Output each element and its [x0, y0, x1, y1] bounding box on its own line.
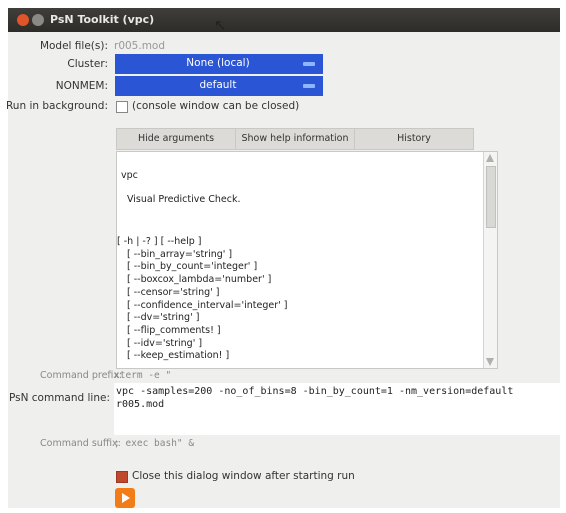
show-help-button[interactable]: Show help information [236, 129, 355, 149]
history-button[interactable]: History [355, 129, 473, 149]
close-window-button[interactable] [17, 14, 29, 26]
scroll-down-arrow-icon[interactable] [486, 358, 494, 366]
help-option-line: [ --keep_estimation! ] [127, 350, 230, 362]
mouse-cursor-icon: ↖ [214, 16, 227, 34]
help-option-line: [ -h | -? ] [ --help ] [117, 236, 202, 247]
help-option-line: [ --bin_by_count='integer' ] [127, 261, 258, 273]
nonmem-select-value: default [199, 79, 237, 91]
cluster-select[interactable]: None (local) [115, 54, 323, 74]
close-after-run-checkbox[interactable] [116, 471, 128, 483]
scrollbar-thumb[interactable] [486, 166, 496, 228]
model-files-value: r005.mod [114, 40, 166, 52]
run-button[interactable] [115, 488, 135, 508]
cluster-label: Cluster: [67, 58, 108, 70]
window-title: PsN Toolkit (vpc) [50, 13, 155, 26]
help-option-line: [ --confidence_interval='integer' ] [127, 299, 288, 311]
command-prefix-value[interactable]: xterm -e " [114, 370, 171, 381]
help-description: Visual Predictive Check. [127, 194, 241, 205]
help-option-line: [ --boxcox_lambda='number' ] [127, 274, 272, 286]
help-tool-name: vpc [121, 170, 138, 181]
model-files-label: Model file(s): [39, 40, 108, 52]
minimize-window-button[interactable] [32, 14, 44, 26]
command-suffix-label: Command suffix: [40, 438, 121, 449]
cluster-select-value: None (local) [186, 57, 250, 69]
hide-arguments-button[interactable]: Hide arguments [117, 129, 236, 149]
help-option-line: [ --dv='string' ] [127, 312, 200, 324]
nonmem-select[interactable]: default [115, 76, 323, 96]
run-background-note: (console window can be closed) [132, 100, 300, 112]
help-text-area[interactable]: vpc Visual Predictive Check. [ -h | -? ]… [116, 151, 498, 369]
command-line-text: vpc -samples=200 -no_of_bins=8 -bin_by_c… [116, 386, 514, 410]
command-line-label: PsN command line: [8, 392, 110, 404]
help-option-line: [ --flip_comments! ] [127, 324, 221, 336]
scroll-up-arrow-icon[interactable] [486, 154, 494, 162]
run-background-checkbox[interactable] [116, 101, 128, 113]
help-option-line: [ --bin_array='string' ] [127, 248, 233, 260]
dropdown-arrow-icon [303, 84, 315, 88]
close-after-run-label: Close this dialog window after starting … [132, 470, 355, 482]
dropdown-arrow-icon [303, 62, 315, 66]
help-option-line: [ --idv='string' ] [127, 337, 203, 349]
nonmem-label: NONMEM: [55, 80, 108, 92]
help-option-line: [ --censor='string' ] [127, 286, 220, 298]
help-scrollbar[interactable] [483, 152, 497, 368]
run-background-label: Run in background: [5, 100, 108, 112]
play-icon [122, 493, 130, 503]
title-bar: PsN Toolkit (vpc) [8, 8, 560, 32]
command-prefix-label: Command prefix: [40, 370, 123, 381]
command-suffix-value[interactable]: ; exec bash" & [114, 438, 194, 449]
help-button-row: Hide arguments Show help information His… [116, 128, 474, 150]
help-content: vpc Visual Predictive Check. [ -h | -? ]… [117, 152, 483, 368]
command-line-input[interactable]: vpc -samples=200 -no_of_bins=8 -bin_by_c… [114, 383, 564, 435]
